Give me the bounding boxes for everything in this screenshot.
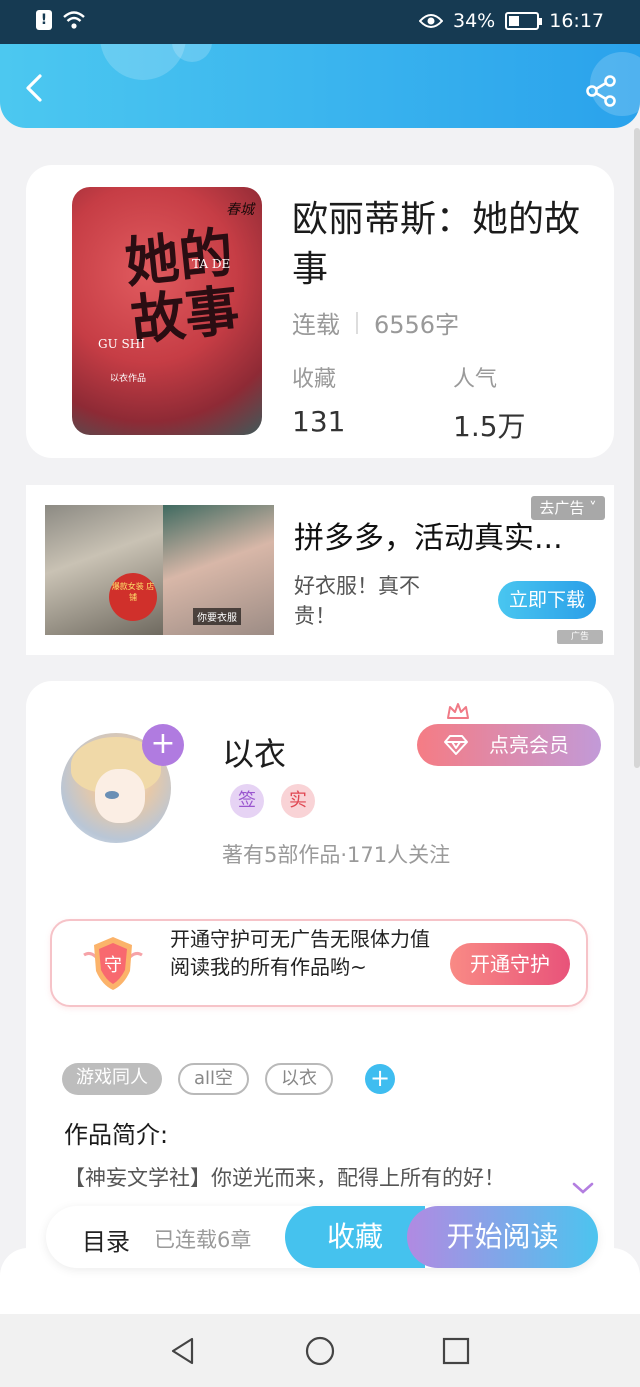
ad-promo-badge: 爆款女装 店铺 xyxy=(109,573,157,621)
add-tag-button[interactable]: + xyxy=(365,1064,396,1094)
crown-icon xyxy=(447,703,469,719)
guard-shield-icon: 守 xyxy=(83,937,143,990)
book-title: 欧丽蒂斯：她的故事 xyxy=(292,199,581,290)
scrollbar[interactable] xyxy=(634,128,640,768)
popularity-value: 1.5万 xyxy=(453,410,526,443)
book-status-row: 连载 6556字 xyxy=(292,305,459,340)
ad-photo-right: 你要衣服 xyxy=(163,505,274,635)
remove-ad-button[interactable]: 去广告 ˅ xyxy=(531,496,605,520)
tag-item[interactable]: all空 xyxy=(178,1063,250,1095)
ad-download-button[interactable]: 立即下载 xyxy=(498,581,596,619)
signed-badge: 签 xyxy=(230,784,264,818)
battery-percent: 34% xyxy=(453,10,496,32)
favorites-value: 131 xyxy=(292,405,346,438)
vip-button[interactable]: 点亮会员 xyxy=(417,703,601,766)
cover-author-line: 以衣作品 xyxy=(110,374,147,384)
top-header xyxy=(0,44,640,128)
status-bar: ! 34% 16:17 xyxy=(0,0,640,44)
chapter-count: 已连载6章 xyxy=(154,1228,252,1252)
expand-chevron-icon[interactable] xyxy=(572,1181,594,1195)
vip-label: 点亮会员 xyxy=(489,733,569,757)
toc-button[interactable]: 目录 xyxy=(82,1222,130,1257)
guard-promo: 守 开通守护可无广告无限体力值阅读我的所有作品哟~ 开通守护 xyxy=(50,919,588,1007)
verified-badge: 实 xyxy=(281,784,315,818)
ad-banner[interactable]: 爆款女装 店铺 你要衣服 拼多多，活动真实... 好衣服！真不贵！ 立即下载 去… xyxy=(26,485,614,655)
guard-text: 开通守护可无广告无限体力值阅读我的所有作品哟~ xyxy=(170,927,430,979)
author-name[interactable]: 以衣 xyxy=(222,729,286,775)
ad-description: 好衣服！真不贵！ xyxy=(294,574,420,628)
nav-home-icon[interactable] xyxy=(305,1336,335,1366)
cover-publisher: 春城 xyxy=(226,202,254,218)
popularity-label: 人气 xyxy=(453,367,498,392)
action-bar: 目录 已连载6章 收藏 开始阅读 xyxy=(46,1206,598,1268)
clock: 16:17 xyxy=(549,10,604,32)
favorites-label: 收藏 xyxy=(292,367,337,392)
tag-list: 游戏同人 all空 以衣 + xyxy=(62,1063,396,1095)
back-icon[interactable] xyxy=(18,70,54,106)
intro-label: 作品简介: xyxy=(64,1121,169,1149)
book-info-card: 春城 她的故事 TA DE GU SHI 以衣作品 欧丽蒂斯：她的故事 连载 6… xyxy=(26,165,614,458)
ad-tag: 广告 xyxy=(557,630,603,644)
divider xyxy=(356,311,358,334)
word-count: 6556字 xyxy=(374,311,460,339)
guard-shield-text: 守 xyxy=(104,955,122,976)
serial-status: 连载 xyxy=(292,311,340,339)
cover-pinyin-bottom: GU SHI xyxy=(98,337,145,351)
battery-icon xyxy=(505,12,543,30)
cover-title-art: 她的故事 xyxy=(121,219,243,353)
system-nav-bar xyxy=(0,1314,640,1387)
avatar-face xyxy=(95,769,145,823)
follow-author-button[interactable]: + xyxy=(142,724,184,766)
favorites-stat: 收藏 131 xyxy=(292,361,345,438)
share-icon[interactable] xyxy=(584,74,618,108)
book-cover[interactable]: 春城 她的故事 TA DE GU SHI 以衣作品 xyxy=(72,187,262,435)
popularity-stat: 人气 1.5万 xyxy=(453,361,526,445)
eye-icon xyxy=(419,14,443,28)
avatar-eye xyxy=(105,791,119,799)
nav-back-icon[interactable] xyxy=(168,1336,198,1366)
diamond-icon xyxy=(444,735,468,755)
notification-icon: ! xyxy=(36,10,52,30)
ad-photo-left: 爆款女装 店铺 xyxy=(45,505,163,635)
remove-ad-label: 去广告 xyxy=(539,499,585,517)
tag-item[interactable]: 游戏同人 xyxy=(62,1063,162,1095)
author-stats: 著有5部作品·171人关注 xyxy=(222,843,451,867)
ad-photo-caption: 你要衣服 xyxy=(193,608,241,625)
nav-recents-icon[interactable] xyxy=(441,1336,471,1366)
ad-image[interactable]: 爆款女装 店铺 你要衣服 xyxy=(45,505,274,635)
open-guard-button[interactable]: 开通守护 xyxy=(450,943,570,985)
tag-item[interactable]: 以衣 xyxy=(265,1063,334,1095)
favorite-button[interactable]: 收藏 xyxy=(285,1206,425,1268)
start-reading-button[interactable]: 开始阅读 xyxy=(407,1206,598,1268)
wifi-icon xyxy=(63,11,85,29)
intro-text: 【神妄文学社】你逆光而来，配得上所有的好！ xyxy=(64,1166,505,1190)
cover-pinyin-top: TA DE xyxy=(192,257,231,271)
